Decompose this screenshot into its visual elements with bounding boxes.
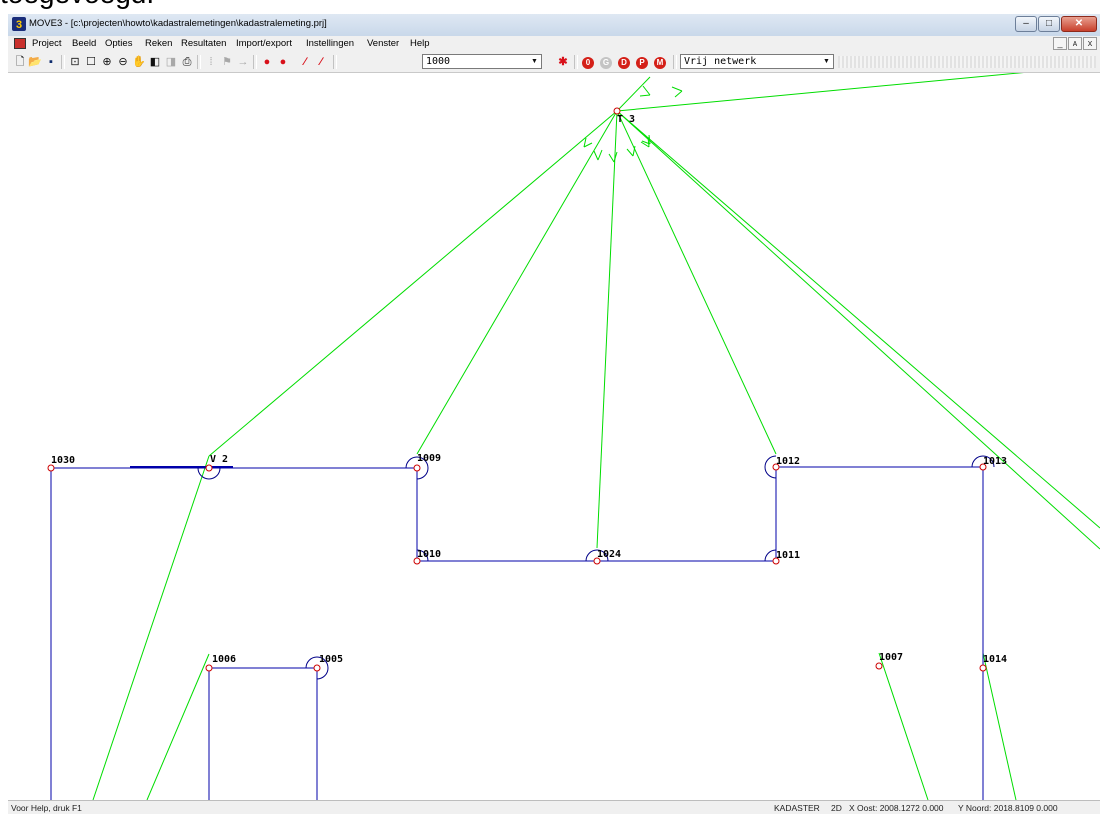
scale-value: 1000 bbox=[426, 56, 451, 67]
point-label-1030: 1030 bbox=[51, 455, 76, 466]
mdi-restore-button[interactable]: ᴀ bbox=[1068, 37, 1082, 50]
app-window: 3 MOVE3 - [c:\projecten\howto\kadastrale… bbox=[8, 14, 1100, 814]
svg-text:3: 3 bbox=[16, 19, 22, 31]
point-marker-1005 bbox=[313, 664, 321, 672]
point-marker-1007 bbox=[875, 662, 883, 670]
toolbar-separator bbox=[61, 55, 65, 69]
status-bar: Voor Help, druk F1 KADASTER 2D X Oost: 2… bbox=[8, 800, 1100, 814]
zoom-extents-icon[interactable]: ⊡ bbox=[68, 55, 82, 69]
status-y-coordinate: Y Noord: 2018.8109 0.000 bbox=[958, 803, 1058, 813]
angle-arcs bbox=[197, 455, 995, 680]
point-marker-1014 bbox=[979, 664, 987, 672]
menu-opties[interactable]: Opties bbox=[105, 38, 132, 49]
drawing-canvas[interactable]: T 3 1030 V 2 1009 1012 1013 1010 1024 10… bbox=[8, 73, 1100, 800]
add-point-icon[interactable]: ● bbox=[260, 55, 274, 69]
boundary-lines bbox=[50, 466, 984, 800]
phase-0-button[interactable]: 0 bbox=[581, 55, 595, 69]
zoom-window-icon[interactable]: ☐ bbox=[84, 55, 98, 69]
add-observation-icon[interactable]: ∕ bbox=[298, 55, 312, 69]
arrow-right-icon[interactable]: → bbox=[236, 55, 250, 69]
document-icon[interactable] bbox=[14, 38, 26, 49]
menu-reken[interactable]: Reken bbox=[145, 38, 172, 49]
minimize-button[interactable]: – bbox=[1015, 16, 1037, 32]
open-folder-icon[interactable]: 📂 bbox=[28, 55, 42, 69]
point-label-1012: 1012 bbox=[776, 456, 801, 467]
toolbar: 🗋 📂 ▪ ⊡ ☐ ⊕ ⊖ ✋ ◧ ◨ ⎙ ⁞ ⚑ → ● ● ∕ ∕ 1000… bbox=[8, 52, 1100, 73]
grid-icon[interactable]: ⁞ bbox=[204, 55, 218, 69]
point-label-1014: 1014 bbox=[983, 654, 1008, 665]
point-label-t3: T 3 bbox=[617, 114, 636, 125]
target-icon[interactable]: ✱ bbox=[556, 55, 570, 69]
minimize-icon: – bbox=[1023, 18, 1029, 29]
phase-d-button[interactable]: D bbox=[617, 55, 631, 69]
toolbar-separator bbox=[574, 55, 578, 69]
survey-points bbox=[47, 107, 987, 672]
point-marker-v2 bbox=[205, 464, 213, 472]
previous-view-icon[interactable]: ◧ bbox=[148, 55, 162, 69]
point-label-1009: 1009 bbox=[417, 453, 442, 464]
phase-g-button[interactable]: G bbox=[599, 55, 613, 69]
point-marker-1009 bbox=[413, 464, 421, 472]
maximize-button[interactable]: □ bbox=[1038, 16, 1060, 32]
title-bar: 3 MOVE3 - [c:\projecten\howto\kadastrale… bbox=[8, 14, 1100, 37]
point-label-1010: 1010 bbox=[417, 549, 442, 560]
point-label-1007: 1007 bbox=[879, 652, 904, 663]
toolbar-separator bbox=[333, 55, 337, 69]
menu-project[interactable]: Project bbox=[32, 38, 62, 49]
print-icon[interactable]: ⎙ bbox=[180, 55, 194, 69]
point-label-v2: V 2 bbox=[210, 454, 229, 465]
point-label-1013: 1013 bbox=[983, 456, 1008, 467]
network-type-value: Vrij netwerk bbox=[684, 56, 757, 67]
menu-venster[interactable]: Venster bbox=[367, 38, 399, 49]
point-marker-1006 bbox=[205, 664, 213, 672]
mdi-minimize-button[interactable]: _ bbox=[1053, 37, 1067, 50]
toolbar-separator bbox=[253, 55, 257, 69]
pan-hand-icon[interactable]: ✋ bbox=[132, 55, 146, 69]
flag-icon[interactable]: ⚑ bbox=[220, 55, 234, 69]
new-file-icon[interactable]: 🗋 bbox=[13, 55, 27, 69]
phase-m-button[interactable]: M bbox=[653, 55, 667, 69]
point-label-1005: 1005 bbox=[319, 654, 344, 665]
point-label-1006: 1006 bbox=[212, 654, 237, 665]
point-label-1024: 1024 bbox=[597, 549, 622, 560]
chevron-down-icon: ▼ bbox=[823, 58, 830, 65]
chevron-down-icon: ▼ bbox=[531, 58, 538, 65]
toolbar-separator bbox=[197, 55, 201, 69]
menu-bar: Project Beeld Opties Reken Resultaten Im… bbox=[8, 36, 1100, 52]
menu-beeld[interactable]: Beeld bbox=[72, 38, 96, 49]
next-view-icon[interactable]: ◨ bbox=[164, 55, 178, 69]
menu-help[interactable]: Help bbox=[410, 38, 430, 49]
network-type-select[interactable]: Vrij netwerk ▼ bbox=[680, 54, 834, 69]
toolbar-grip bbox=[838, 56, 1096, 68]
window-title: MOVE3 - [c:\projecten\howto\kadastraleme… bbox=[29, 18, 327, 29]
observation-lines bbox=[92, 73, 1100, 800]
mdi-close-button[interactable]: x bbox=[1083, 37, 1097, 50]
edit-observation-icon[interactable]: ∕ bbox=[314, 55, 328, 69]
edit-point-icon[interactable]: ● bbox=[276, 55, 290, 69]
caption-text: toegevoegd. bbox=[0, 0, 154, 10]
close-button[interactable]: ✕ bbox=[1061, 16, 1097, 32]
maximize-icon: □ bbox=[1045, 18, 1053, 29]
move3-app-icon: 3 bbox=[12, 17, 26, 31]
status-x-coordinate: X Oost: 2008.1272 0.000 bbox=[849, 803, 944, 813]
phase-p-button[interactable]: P bbox=[635, 55, 649, 69]
zoom-out-icon[interactable]: ⊖ bbox=[116, 55, 130, 69]
toolbar-separator bbox=[673, 55, 677, 69]
menu-resultaten[interactable]: Resultaten bbox=[181, 38, 226, 49]
point-label-1011: 1011 bbox=[776, 550, 801, 561]
menu-import-export[interactable]: Import/export bbox=[236, 38, 292, 49]
save-icon[interactable]: ▪ bbox=[44, 55, 58, 69]
status-help-text: Voor Help, druk F1 bbox=[11, 803, 82, 813]
menu-instellingen[interactable]: Instellingen bbox=[306, 38, 354, 49]
scale-select[interactable]: 1000 ▼ bbox=[422, 54, 542, 69]
zoom-in-icon[interactable]: ⊕ bbox=[100, 55, 114, 69]
network-drawing bbox=[47, 73, 1100, 800]
status-mode: KADASTER bbox=[774, 803, 820, 813]
close-icon: ✕ bbox=[1074, 18, 1084, 29]
status-dimension: 2D bbox=[831, 803, 842, 813]
